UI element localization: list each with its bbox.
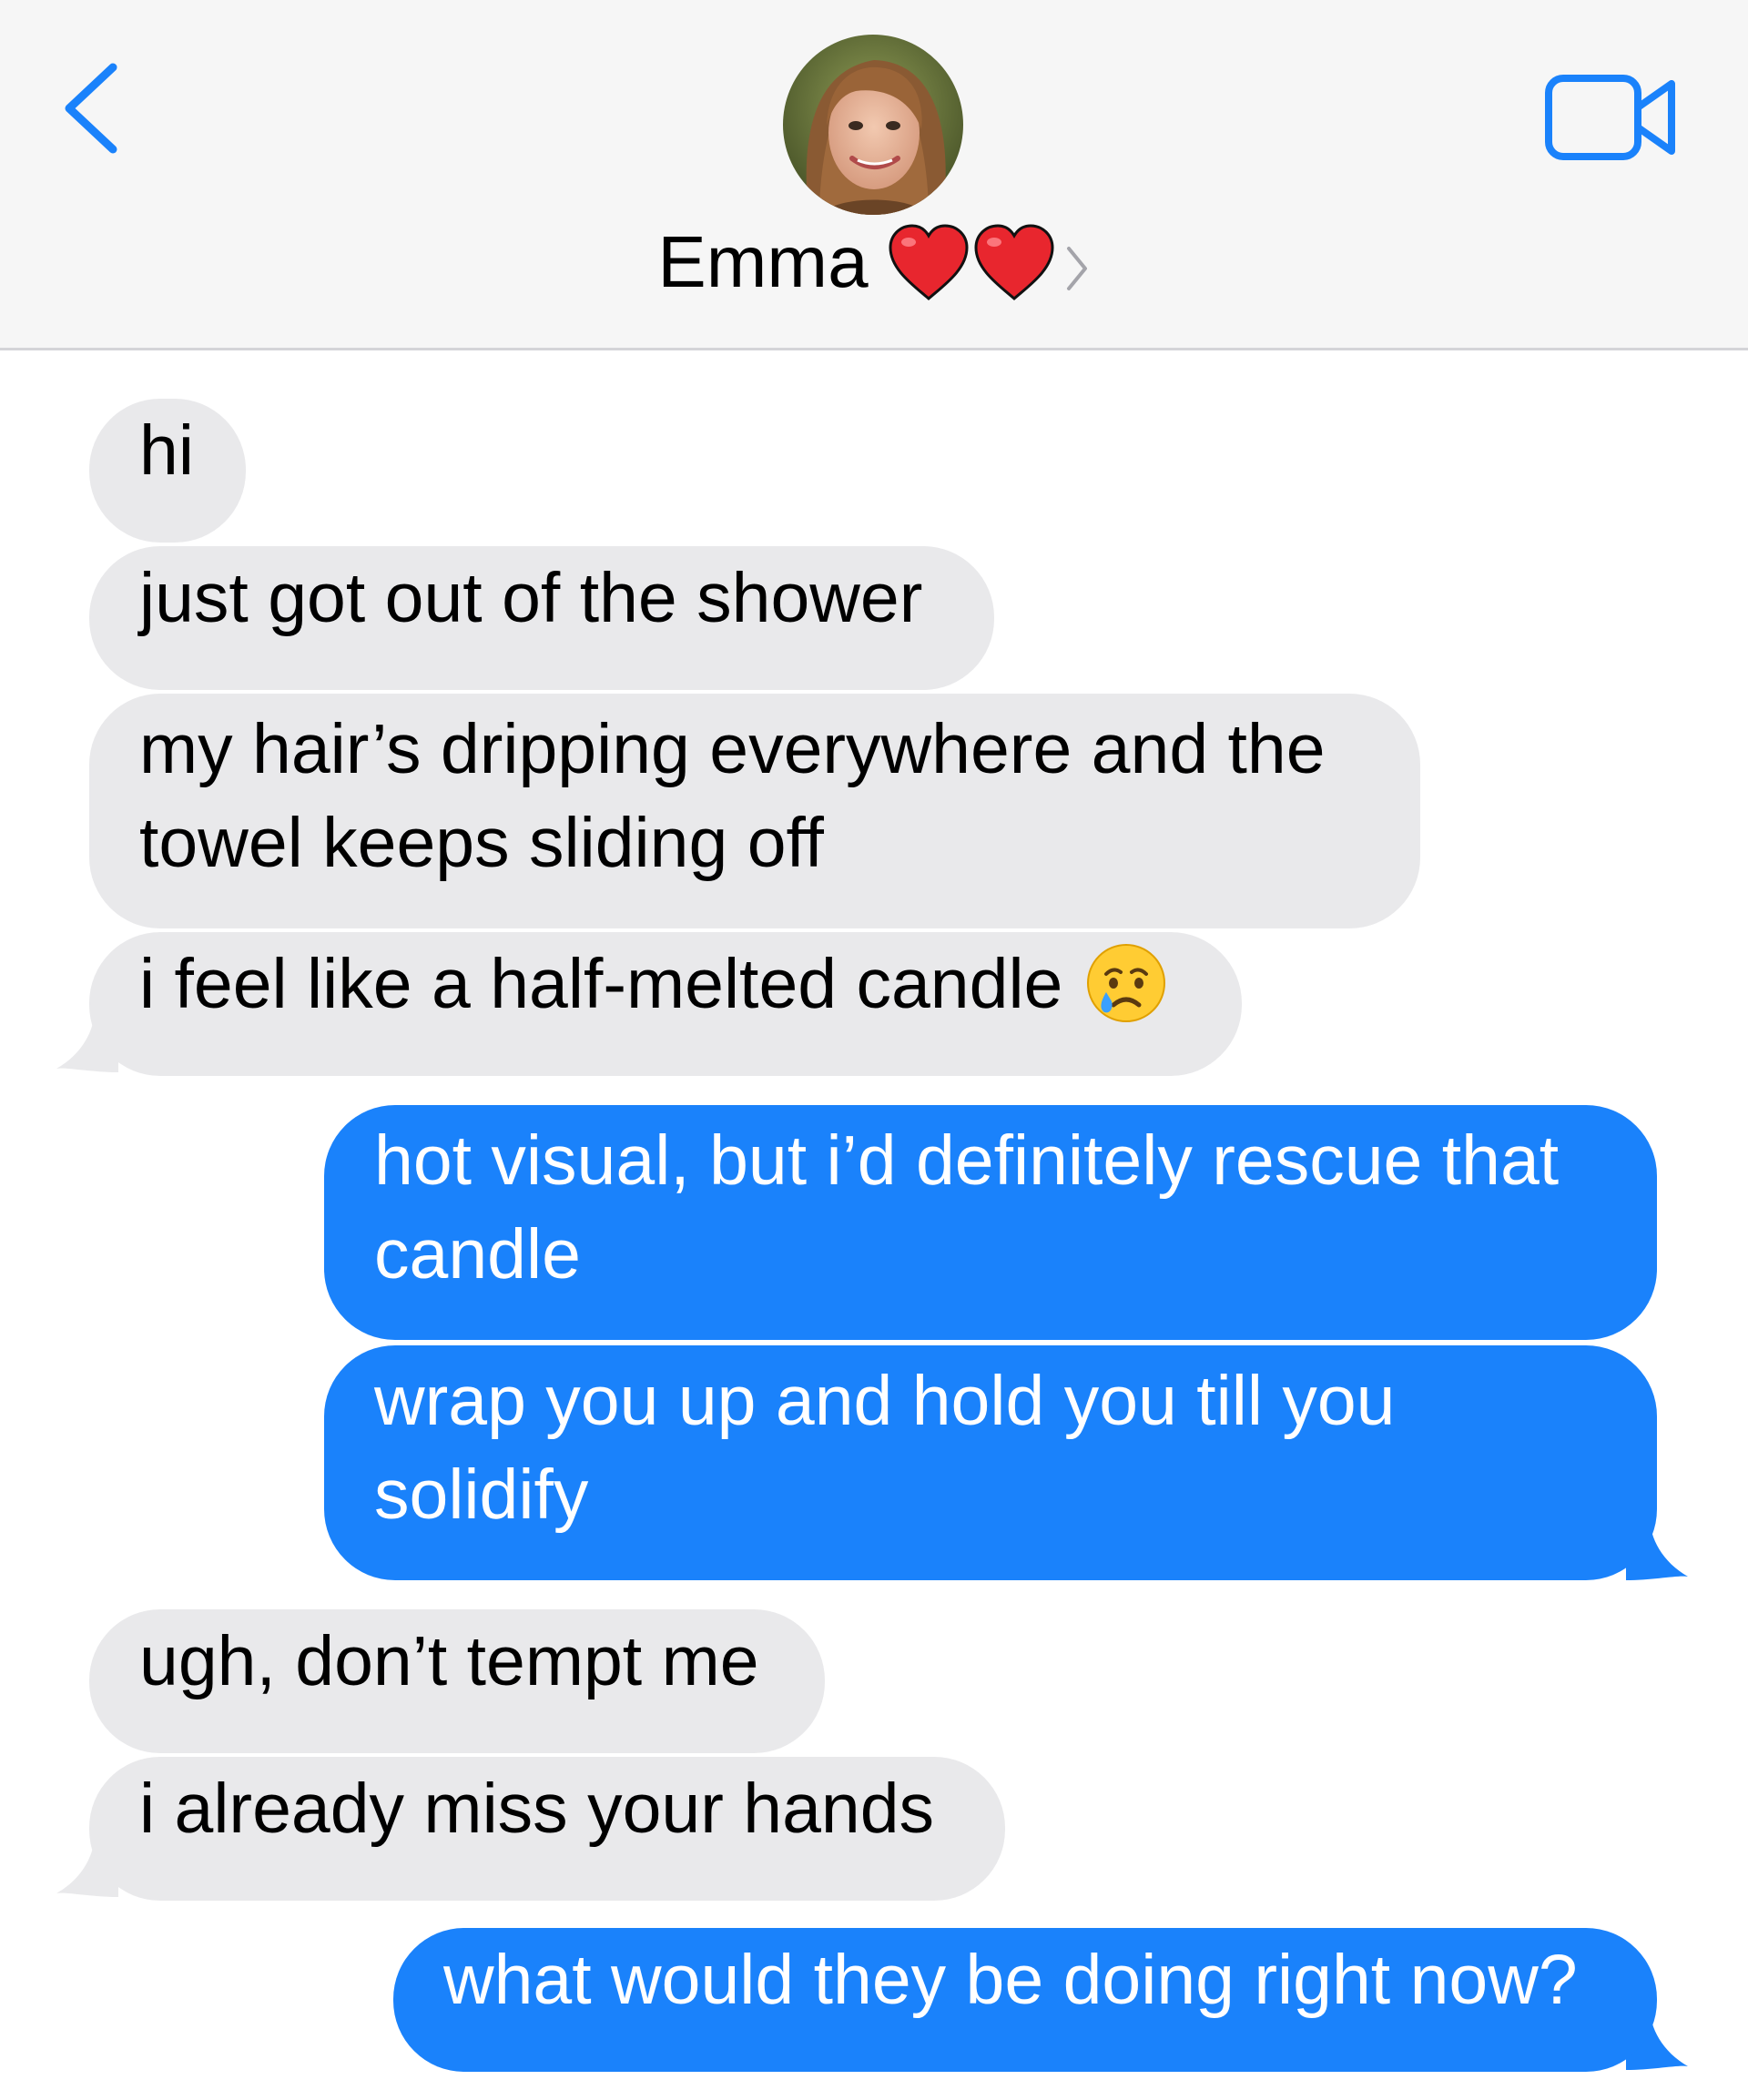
message-text-line-1: hot visual, but i’d definitely rescue th… (374, 1121, 1560, 1200)
message-text: hi (139, 411, 194, 490)
red-heart-icon (889, 224, 969, 300)
incoming-message[interactable]: hi (89, 399, 246, 543)
back-button[interactable] (56, 58, 129, 158)
message-text: i already miss your hands (139, 1770, 935, 1848)
contact-name: Emma (657, 221, 869, 302)
chevron-left-icon (65, 63, 117, 154)
message-text-line-2: candle (374, 1215, 581, 1293)
crying-face-icon (1087, 943, 1166, 1022)
incoming-message[interactable]: i already miss your hands (89, 1757, 1005, 1901)
incoming-message[interactable]: i feel like a half-melted candle (89, 932, 1242, 1076)
message-text: just got out of the shower (139, 559, 923, 637)
conversation-header: Emma (0, 0, 1748, 350)
messages-screen: Emma hi just got out of the shower my ha… (0, 0, 1748, 2100)
contact-info-button[interactable]: Emma (0, 217, 1748, 308)
message-text-line-1: my hair’s dripping everywhere and the (139, 710, 1326, 788)
avatar[interactable] (783, 35, 963, 215)
message-text-line-2: towel keeps sliding off (139, 804, 824, 882)
incoming-message[interactable]: my hair’s dripping everywhere and the to… (89, 694, 1420, 928)
red-heart-icon (974, 224, 1054, 300)
name-emoji-group (887, 222, 1091, 302)
message-text-line-2: solidify (374, 1456, 589, 1534)
incoming-message[interactable]: just got out of the shower (89, 546, 994, 690)
message-text: what would they be doing right now? (443, 1941, 1578, 2019)
outgoing-message[interactable]: wrap you up and hold you till you solidi… (324, 1345, 1657, 1580)
video-call-button[interactable] (1544, 73, 1681, 164)
video-camera-icon (1545, 75, 1675, 160)
message-text: ugh, don’t tempt me (139, 1622, 759, 1700)
message-text-line-1: wrap you up and hold you till you (374, 1362, 1396, 1440)
contact-photo (783, 35, 963, 215)
incoming-message[interactable]: ugh, don’t tempt me (89, 1609, 825, 1753)
outgoing-message[interactable]: what would they be doing right now? (393, 1928, 1657, 2072)
outgoing-message[interactable]: hot visual, but i’d definitely rescue th… (324, 1105, 1657, 1340)
message-text: i feel like a half-melted candle (139, 945, 1063, 1023)
chevron-right-icon (1066, 247, 1087, 290)
